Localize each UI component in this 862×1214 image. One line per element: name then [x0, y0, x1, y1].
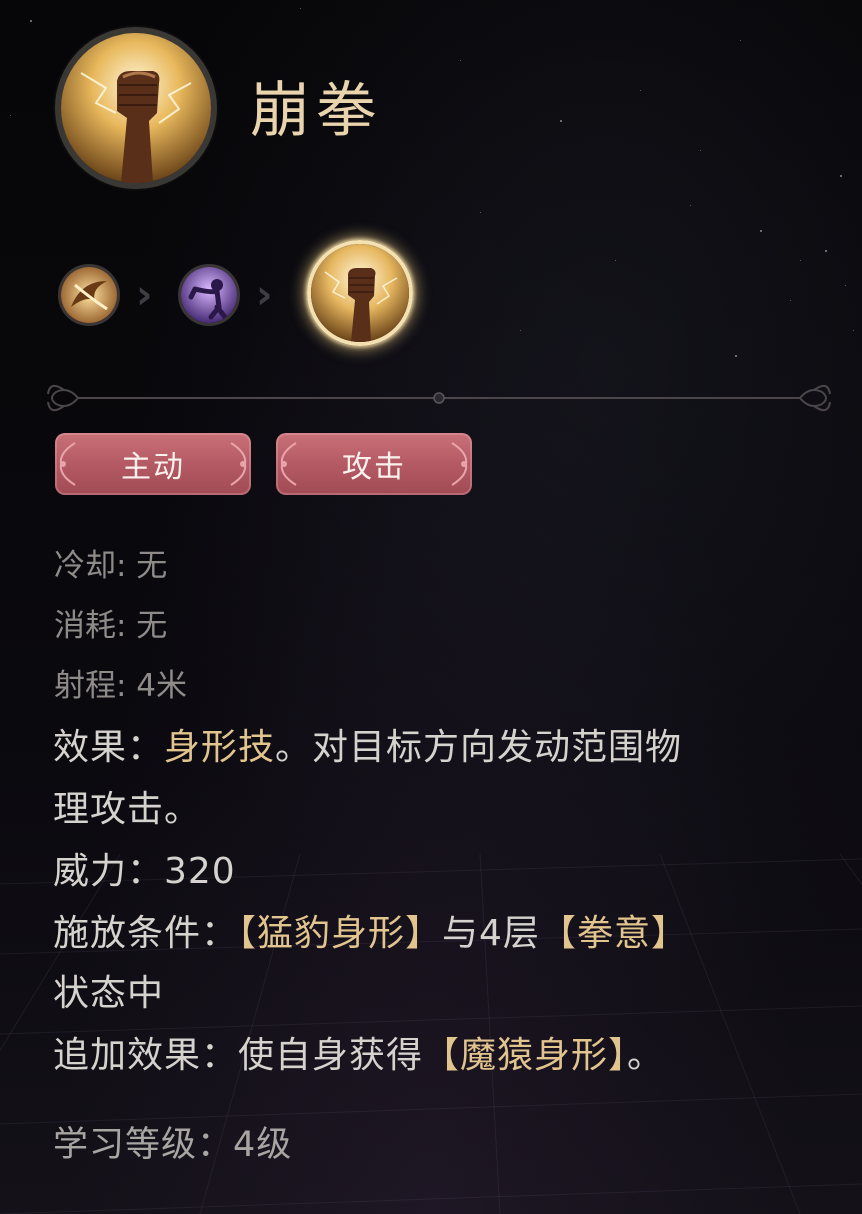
- learn-level: 学习等级：4级: [53, 1125, 293, 1165]
- chevron-right-icon: ›: [256, 272, 273, 318]
- effect-line-2: 理攻击。: [53, 789, 202, 830]
- bonus-label: 追加效果：使自身获得: [53, 1035, 424, 1076]
- leopard-claw-icon: [61, 267, 117, 323]
- fist-lightning-icon: [61, 33, 211, 183]
- condition-highlight-1: 【猛豹身形】: [238, 913, 443, 954]
- chain-skill-2[interactable]: [178, 264, 240, 326]
- tag-active: 主动: [55, 433, 251, 495]
- skill-tooltip-panel: 崩拳 › › 主动 攻击 冷却: 无 消耗: 无 射程: 4米 效果：身形技。对…: [0, 0, 862, 1214]
- skill-icon: [55, 27, 217, 189]
- fist-lightning-icon: [311, 244, 409, 342]
- effect-highlight: 身形技: [164, 727, 276, 768]
- effect-text: 。对目标方向发动范围物: [275, 727, 683, 768]
- condition-line-2: 状态中: [53, 973, 165, 1014]
- stat-cost: 消耗: 无: [54, 608, 168, 644]
- chain-skill-1[interactable]: [58, 264, 120, 326]
- chevron-right-icon: ›: [136, 272, 153, 318]
- ape-stance-icon: [181, 267, 237, 323]
- condition-highlight-2: 【拳意】: [539, 913, 688, 954]
- condition-mid: 与4层: [442, 913, 540, 954]
- condition-label: 施放条件：: [53, 913, 239, 954]
- bonus-highlight: 【魔猿身形】: [423, 1035, 628, 1076]
- tag-attack: 攻击: [276, 433, 472, 495]
- power-line: 威力：320: [53, 851, 236, 892]
- effect-label: 效果：: [53, 727, 165, 768]
- effect-line-1: 效果：身形技。对目标方向发动范围物: [53, 718, 682, 770]
- chain-skill-current[interactable]: [307, 240, 413, 346]
- bonus-end: 。: [627, 1035, 665, 1076]
- bonus-line: 追加效果：使自身获得【魔猿身形】。: [53, 1026, 664, 1078]
- stat-range: 射程: 4米: [54, 668, 188, 704]
- tag-label: 攻击: [342, 450, 406, 485]
- condition-line-1: 施放条件：【猛豹身形】与4层【拳意】: [53, 904, 688, 956]
- tag-label: 主动: [121, 450, 185, 485]
- ornamental-divider: [47, 384, 831, 412]
- stat-cooldown: 冷却: 无: [54, 548, 168, 584]
- skill-name: 崩拳: [250, 76, 382, 146]
